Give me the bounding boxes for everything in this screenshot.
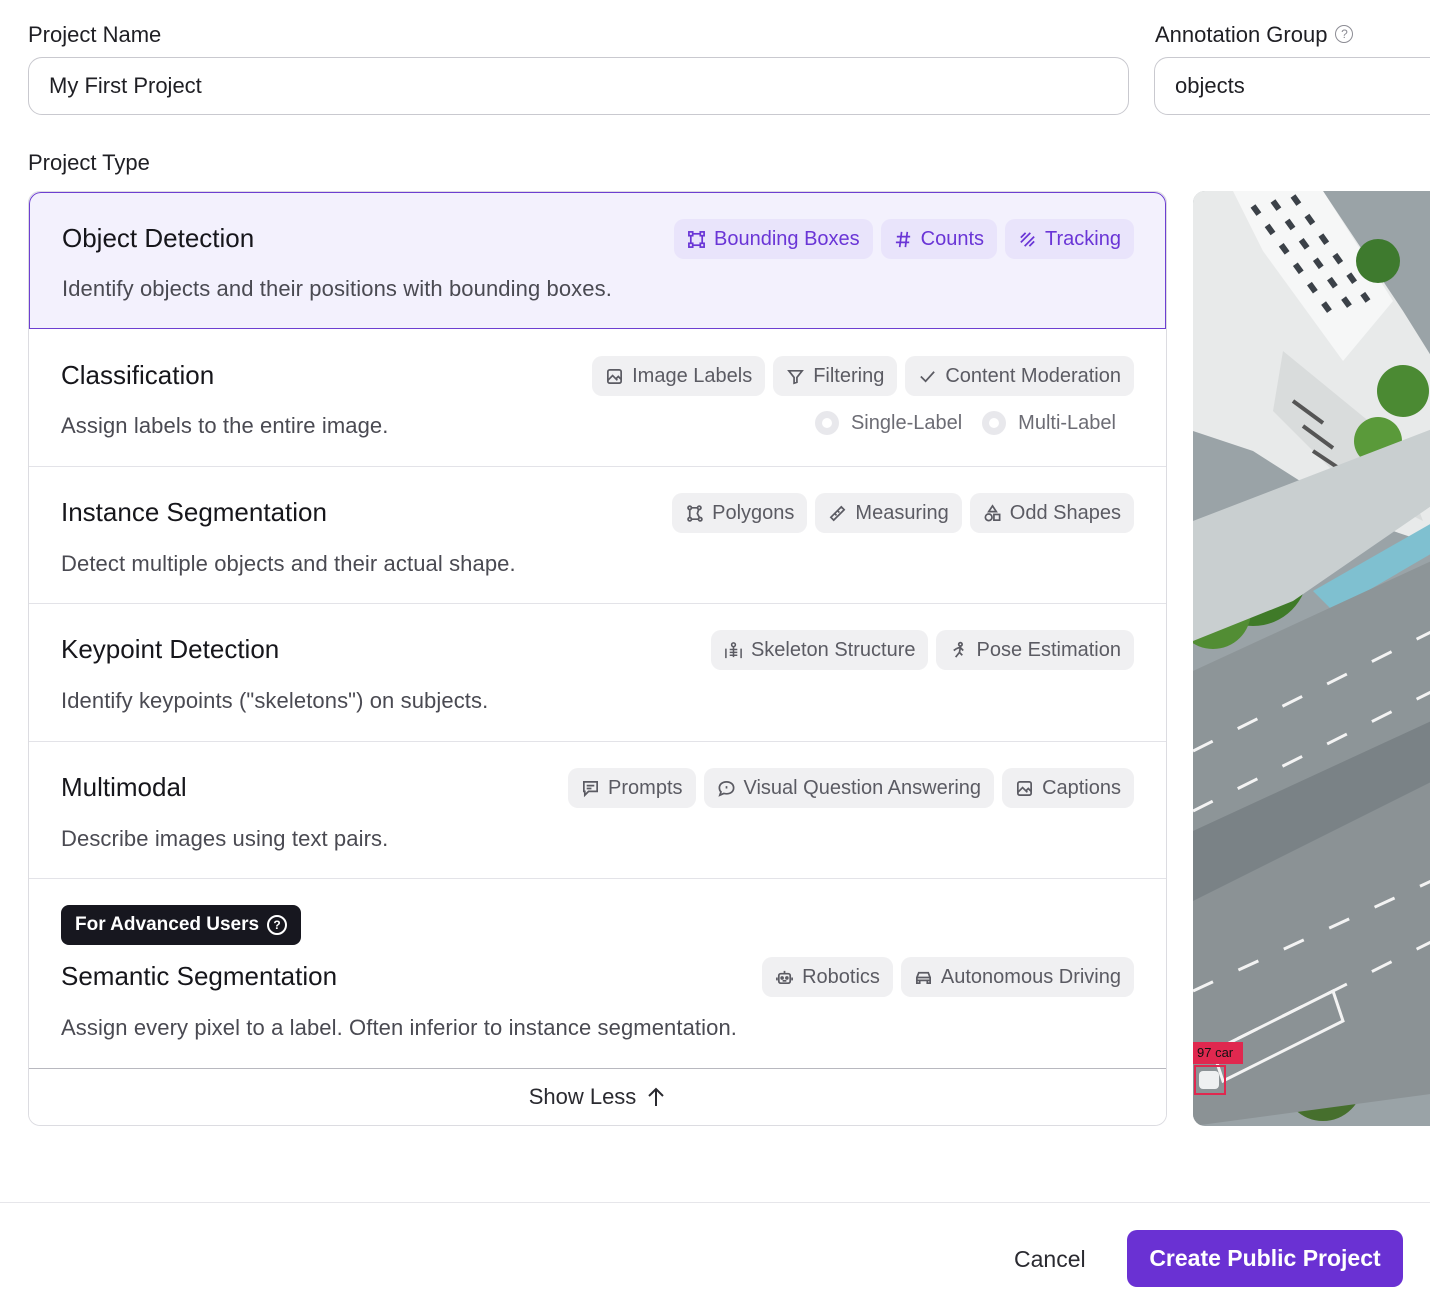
image-icon [607, 368, 623, 384]
chip-bounding-boxes: Bounding Boxes [674, 219, 873, 259]
chip-label: Polygons [712, 501, 795, 524]
chip-pose-estimation: Pose Estimation [936, 630, 1134, 670]
cancel-button[interactable]: Cancel [990, 1232, 1110, 1286]
annotation-group-input[interactable] [1154, 57, 1430, 115]
type-semantic-segmentation[interactable]: For Advanced Users ? Semantic Segmentati… [29, 879, 1166, 1070]
show-less-button[interactable]: Show Less [29, 1068, 1166, 1125]
radio-single-label[interactable]: Single-Label [814, 411, 963, 435]
chip-label: Filtering [813, 364, 885, 387]
chip-polygons: Polygons [672, 493, 808, 533]
chip-label: Pose Estimation [976, 638, 1121, 661]
arrow-up-icon [648, 1087, 665, 1106]
chip-label: Tracking [1045, 227, 1121, 250]
type-description: Identify objects and their positions wit… [62, 276, 612, 301]
chip-counts: Counts [880, 219, 998, 259]
chip-odd-shapes: Odd Shapes [969, 493, 1134, 533]
chip-group: Prompts Visual Question Answering Captio… [568, 768, 1134, 808]
shapes-icon [984, 503, 1001, 521]
chip-robotics: Robotics [762, 957, 893, 997]
filter-icon [787, 369, 805, 384]
type-description: Detect multiple objects and their actual… [61, 551, 516, 576]
chip-group: Skeleton Structure Pose Estimation [710, 630, 1134, 670]
type-title: Semantic Segmentation [61, 961, 338, 991]
skeleton-icon [725, 641, 742, 658]
label-mode-options: Single-Label Multi-Label [814, 411, 1116, 435]
type-title: Object Detection [62, 223, 255, 253]
type-classification[interactable]: Classification Image Labels Filtering Co… [29, 329, 1166, 467]
radio-icon [814, 411, 839, 435]
project-type-list: Object Detection Bounding Boxes Counts T… [28, 191, 1167, 1126]
radio-multi-label[interactable]: Multi-Label [982, 411, 1116, 435]
type-title: Instance Segmentation [61, 497, 327, 527]
chip-prompts: Prompts [568, 768, 696, 808]
project-type-label: Project Type [28, 150, 150, 175]
hash-icon [895, 231, 910, 247]
project-name-label: Project Name [28, 22, 162, 47]
chip-filtering: Filtering [773, 356, 898, 396]
chip-autonomous-driving: Autonomous Driving [900, 957, 1134, 997]
chip-group: Bounding Boxes Counts Tracking [674, 219, 1134, 259]
chip-label: Odd Shapes [1009, 501, 1121, 524]
question-circle-icon[interactable]: ? [1335, 25, 1354, 43]
chip-measuring: Measuring [815, 493, 962, 533]
type-instance-segmentation[interactable]: Instance Segmentation Polygons Measuring… [29, 467, 1166, 604]
type-keypoint-detection[interactable]: Keypoint Detection Skeleton Structure Po… [29, 604, 1166, 742]
bounding-box-icon [688, 230, 705, 248]
show-less-label: Show Less [528, 1084, 637, 1109]
radio-label: Single-Label [850, 411, 963, 434]
chip-image-labels: Image Labels [592, 356, 766, 396]
speech-bubble-icon [717, 780, 734, 797]
create-public-project-button[interactable]: Create Public Project [1127, 1230, 1403, 1287]
detection-label: 97 car [1197, 1045, 1234, 1060]
badge-label: For Advanced Users [75, 914, 260, 935]
annotation-group-label: Annotation Group? [1155, 22, 1354, 48]
footer-divider [0, 1202, 1430, 1203]
chip-label: Counts [920, 227, 985, 250]
tracking-icon [1020, 231, 1035, 247]
type-object-detection[interactable]: Object Detection Bounding Boxes Counts T… [29, 192, 1166, 329]
project-type-preview-image: 97 car [1193, 191, 1430, 1126]
chip-group: Image Labels Filtering Content Moderatio… [592, 356, 1134, 396]
type-description: Assign labels to the entire image. [61, 413, 389, 438]
chip-label: Visual Question Answering [743, 776, 982, 799]
radio-label: Multi-Label [1018, 411, 1116, 434]
chip-group: Polygons Measuring Odd Shapes [672, 493, 1134, 533]
chip-label: Skeleton Structure [750, 638, 916, 661]
type-description: Assign every pixel to a label. Often inf… [61, 1015, 738, 1040]
chip-content-moderation: Content Moderation [905, 356, 1134, 396]
annotation-group-label-text: Annotation Group [1155, 22, 1328, 47]
chip-label: Image Labels [632, 364, 753, 387]
ruler-icon [830, 505, 846, 521]
chip-tracking: Tracking [1005, 219, 1134, 259]
chip-label: Prompts [608, 776, 683, 799]
running-person-icon [953, 641, 965, 658]
chip-label: Bounding Boxes [714, 227, 860, 250]
message-icon [583, 780, 599, 797]
type-title: Classification [61, 360, 215, 390]
polygon-icon [687, 504, 703, 522]
type-description: Identify keypoints ("skeletons") on subj… [61, 688, 489, 713]
type-multimodal[interactable]: Multimodal Prompts Visual Question Answe… [29, 742, 1166, 879]
type-title: Multimodal [61, 772, 187, 802]
type-title: Keypoint Detection [61, 634, 280, 664]
image-icon [1017, 780, 1033, 796]
robot-icon [776, 970, 794, 984]
radio-icon [982, 411, 1007, 435]
project-name-input[interactable] [28, 57, 1129, 115]
question-circle-icon[interactable]: ? [267, 915, 288, 935]
chip-label: Content Moderation [945, 364, 1121, 387]
chip-label: Captions [1042, 776, 1121, 799]
chip-label: Measuring [855, 501, 949, 524]
type-description: Describe images using text pairs. [61, 826, 389, 851]
chip-label: Autonomous Driving [940, 965, 1121, 988]
chip-skeleton-structure: Skeleton Structure [710, 630, 929, 670]
chip-group: Robotics Autonomous Driving [762, 957, 1134, 997]
chip-captions: Captions [1002, 768, 1134, 808]
check-icon [920, 370, 936, 382]
car-icon [915, 971, 931, 984]
chip-label: Robotics [802, 965, 880, 988]
advanced-users-badge: For Advanced Users ? [61, 905, 302, 945]
chip-visual-question-answering: Visual Question Answering [703, 768, 995, 808]
